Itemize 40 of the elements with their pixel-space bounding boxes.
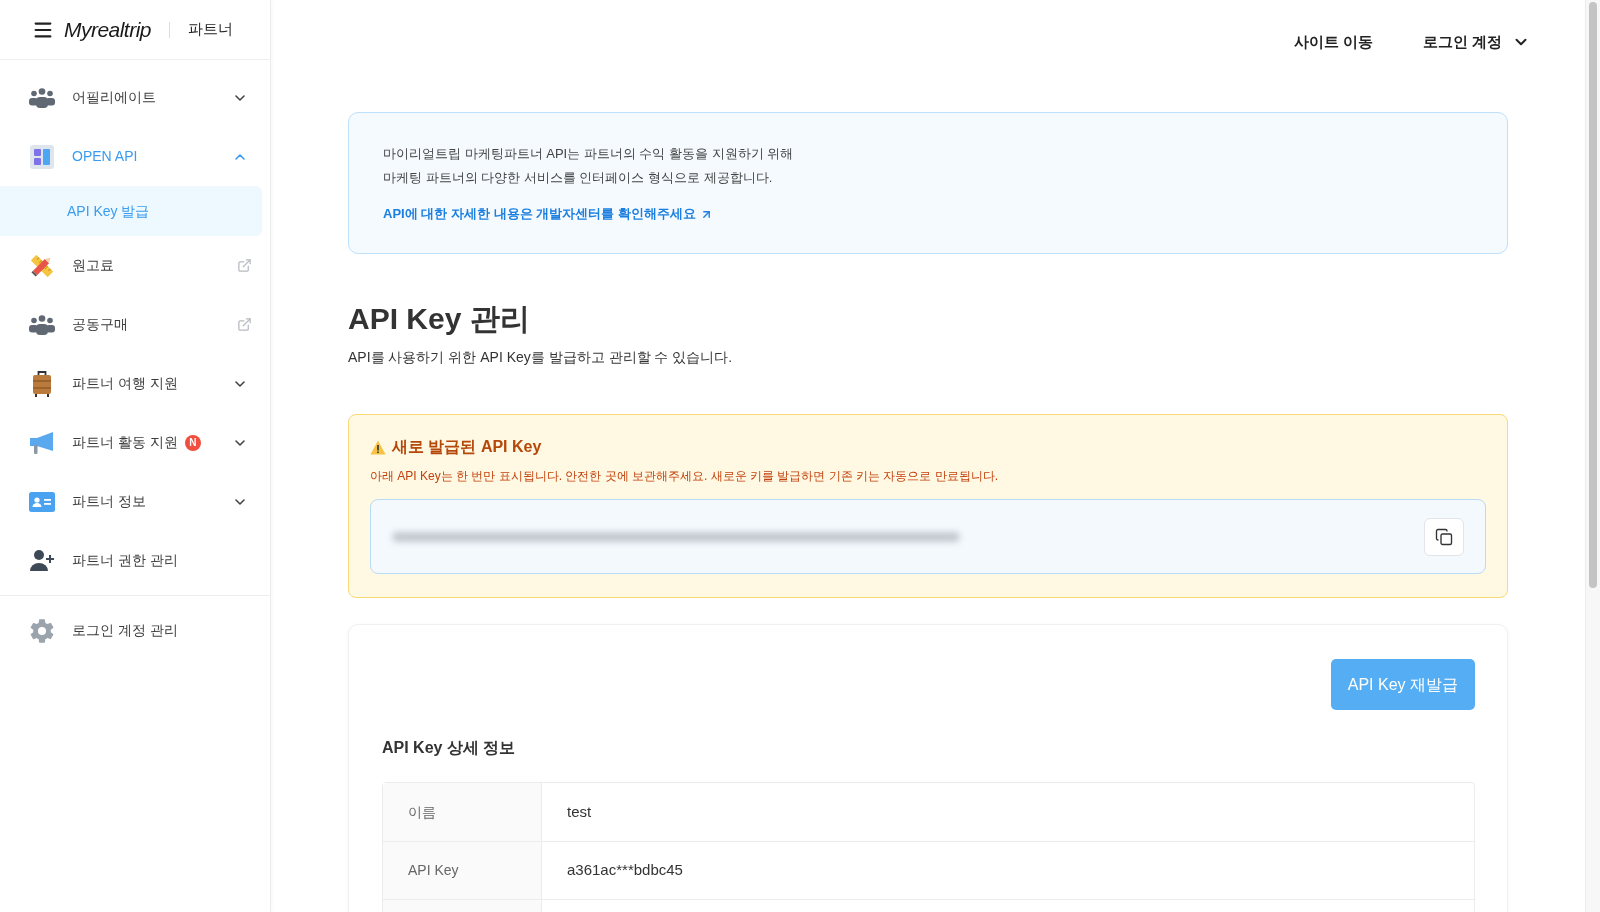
account-menu[interactable]: 로그인 계정	[1422, 30, 1530, 54]
warning-icon	[370, 439, 386, 455]
nav-item[interactable]: 파트너 여행 지원	[0, 354, 270, 413]
nav-item[interactable]: 원고료	[0, 236, 270, 295]
notice-message: 아래 API Key는 한 번만 표시됩니다. 안전한 곳에 보관해주세요. 새로운 키를 발급하면 기존 키는 자동으로 만료됩니다.	[370, 468, 999, 485]
nav-item[interactable]: 로그인 계정 관리	[0, 601, 270, 660]
new-badge: N	[184, 434, 201, 451]
id-card-icon	[29, 491, 55, 512]
suitcase-icon	[31, 370, 53, 397]
info-text: 마케팅 파트너의 다양한 서비스를 인터페이스 형식으로 제공합니다.	[383, 169, 773, 187]
site-link[interactable]: 사이트 이동	[1293, 30, 1373, 54]
copy-icon	[1435, 527, 1453, 546]
nav-item[interactable]: 파트너 활동 지원 N	[0, 413, 270, 472]
brand-label: 파트너	[187, 19, 233, 40]
page-description: API를 사용하기 위한 API Key를 발급하고 관리할 수 있습니다.	[348, 348, 733, 367]
value-cell-text: test	[566, 801, 593, 822]
external-link-icon	[237, 258, 252, 273]
megaphone-icon	[29, 430, 55, 455]
scrollbar-thumb[interactable]	[1589, 2, 1597, 588]
value-cell-text: a361ac***bdbc45	[566, 860, 684, 881]
people-group-icon	[29, 314, 55, 335]
user-plus-icon	[29, 550, 55, 571]
details-title: API Key 상세 정보	[382, 738, 516, 758]
layout-tiles-icon	[30, 144, 54, 169]
nav-item[interactable]: 공동구매	[0, 295, 270, 354]
brand-logo[interactable]: Myrealtrip	[64, 13, 151, 46]
people-group-icon	[29, 87, 55, 108]
nav-item[interactable]: 파트너 정보	[0, 472, 270, 531]
external-link-icon	[237, 317, 252, 332]
info-text: 마이리얼트립 마케팅파트너 API는 파트너의 수익 활동을 지원하기 위해	[383, 145, 794, 163]
developer-center-link[interactable]: API에 대한 자세한 내용은 개발자센터를 확인해주세요	[383, 204, 713, 224]
key-field[interactable]	[370, 499, 1486, 574]
page-title: API Key 관리	[348, 301, 530, 337]
notice-title: 새로 발급된 API Key	[392, 437, 542, 457]
settings-icon	[29, 617, 55, 644]
nav-item[interactable]: 파트너 권한 관리	[0, 531, 270, 590]
copy-button[interactable]	[1424, 517, 1464, 556]
nav-item[interactable]: 어필리에이트	[0, 68, 270, 127]
label-cell: 이름	[383, 783, 542, 841]
label-cell: API Key	[383, 842, 542, 899]
